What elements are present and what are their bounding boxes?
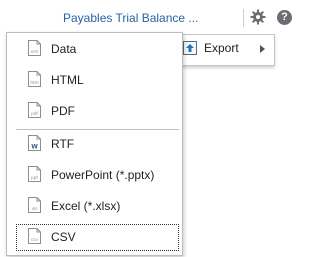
export-option-pptx[interactable]: ppt PowerPoint (*.pptx) <box>16 162 179 189</box>
help-icon[interactable]: ? <box>277 10 292 25</box>
svg-text:xml: xml <box>31 49 39 54</box>
menu-divider <box>16 129 179 130</box>
export-option-data[interactable]: xml Data <box>16 36 179 63</box>
export-option-rtf[interactable]: W RTF <box>16 131 179 158</box>
export-option-xlsx[interactable]: xls Excel (*.xlsx) <box>16 193 179 220</box>
report-title[interactable]: Payables Trial Balance ... <box>63 11 220 25</box>
export-submenu: xml Data htm HTML pdf PDF W RTF ppt Powe… <box>6 32 183 256</box>
html-file-icon: htm <box>28 71 41 87</box>
svg-text:xls: xls <box>32 206 38 211</box>
export-icon <box>183 41 197 55</box>
header-separator <box>243 9 244 27</box>
export-option-label: HTML <box>51 73 84 87</box>
svg-text:csv: csv <box>31 237 38 242</box>
export-label: Export <box>204 41 239 55</box>
svg-text:htm: htm <box>30 80 38 85</box>
export-option-pdf[interactable]: pdf PDF <box>16 98 179 125</box>
csv-file-icon: csv <box>28 228 41 244</box>
submenu-arrow-icon <box>260 45 265 53</box>
export-option-label: PDF <box>51 104 75 118</box>
gear-icon[interactable] <box>250 9 266 25</box>
xls-file-icon: xls <box>28 197 41 213</box>
rtf-file-icon: W <box>28 135 41 151</box>
export-option-label: Excel (*.xlsx) <box>51 199 121 213</box>
ppt-file-icon: ppt <box>28 166 41 182</box>
export-menu-item[interactable]: Export <box>170 35 274 65</box>
svg-text:ppt: ppt <box>31 175 38 180</box>
export-option-label: PowerPoint (*.pptx) <box>51 168 155 182</box>
report-header: Payables Trial Balance ... ? <box>0 0 300 36</box>
export-option-label: RTF <box>51 137 75 151</box>
actions-menu: Export <box>169 34 275 66</box>
svg-text:W: W <box>31 144 38 151</box>
xml-file-icon: xml <box>28 40 41 56</box>
export-option-csv[interactable]: csv CSV <box>16 224 179 251</box>
export-option-label: CSV <box>51 230 76 244</box>
export-option-html[interactable]: htm HTML <box>16 67 179 94</box>
export-option-label: Data <box>51 42 77 56</box>
svg-text:pdf: pdf <box>31 111 38 116</box>
pdf-file-icon: pdf <box>28 102 41 118</box>
